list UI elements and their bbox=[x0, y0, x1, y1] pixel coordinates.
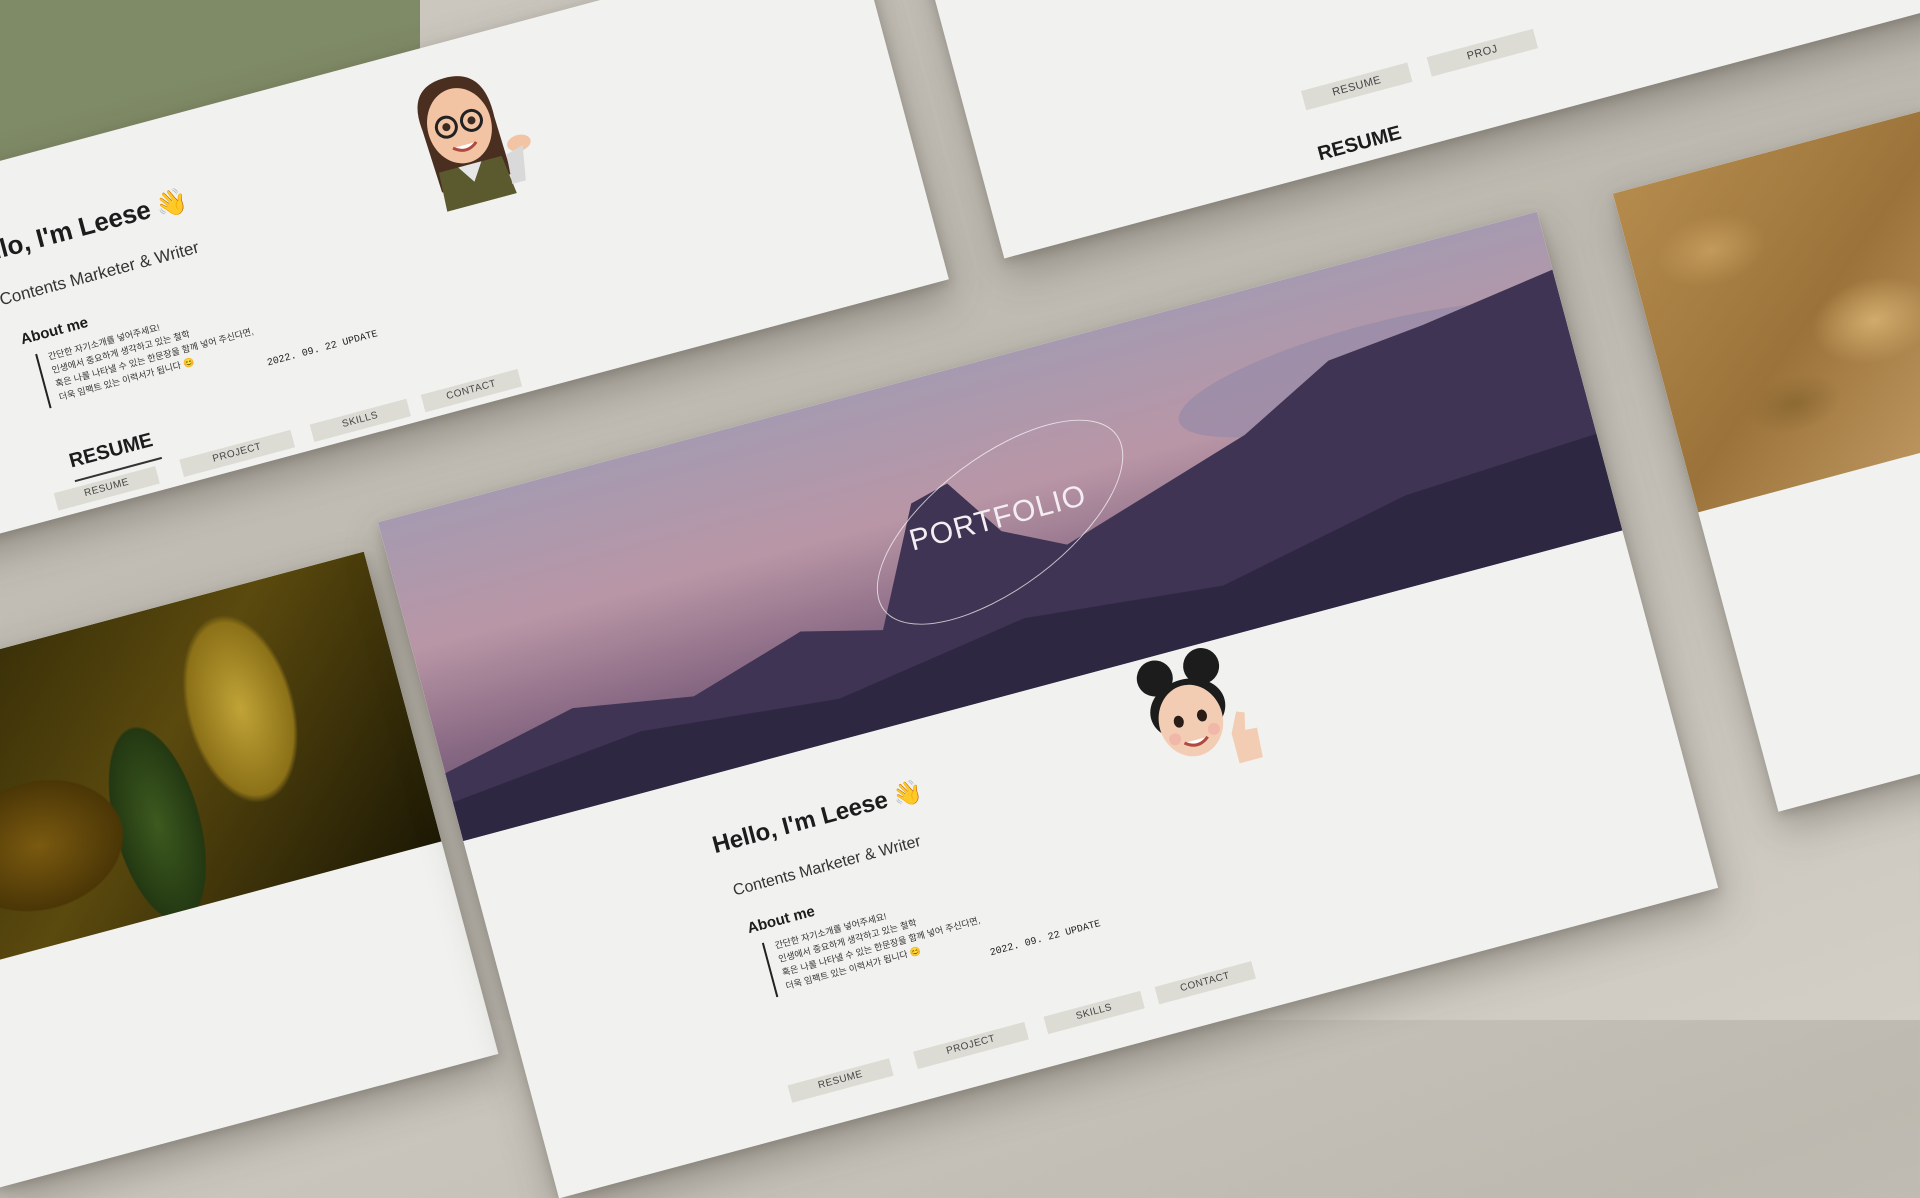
nav-project-button[interactable]: PROJ bbox=[1426, 28, 1539, 77]
wave-emoji: 👋 bbox=[889, 776, 926, 811]
avatar-memoji-glasses bbox=[384, 50, 547, 224]
nav-contact-button[interactable]: CONTACT bbox=[420, 369, 523, 413]
wave-emoji: 👋 bbox=[151, 184, 192, 222]
nav-skills-button[interactable]: SKILLS bbox=[1043, 990, 1145, 1035]
nav-resume-button[interactable]: RESUME bbox=[787, 1058, 894, 1103]
nav-contact-button[interactable]: CONTACT bbox=[1154, 961, 1256, 1005]
nav-project-button[interactable]: PROJECT bbox=[913, 1021, 1029, 1070]
kraft-paper-photo bbox=[1612, 108, 1920, 513]
nav-skills-button[interactable]: SKILLS bbox=[309, 398, 411, 443]
nav-resume-button[interactable]: RESUME bbox=[1301, 62, 1413, 111]
pineapple-photo bbox=[0, 551, 442, 976]
resume-heading: RESUME bbox=[1315, 121, 1404, 166]
